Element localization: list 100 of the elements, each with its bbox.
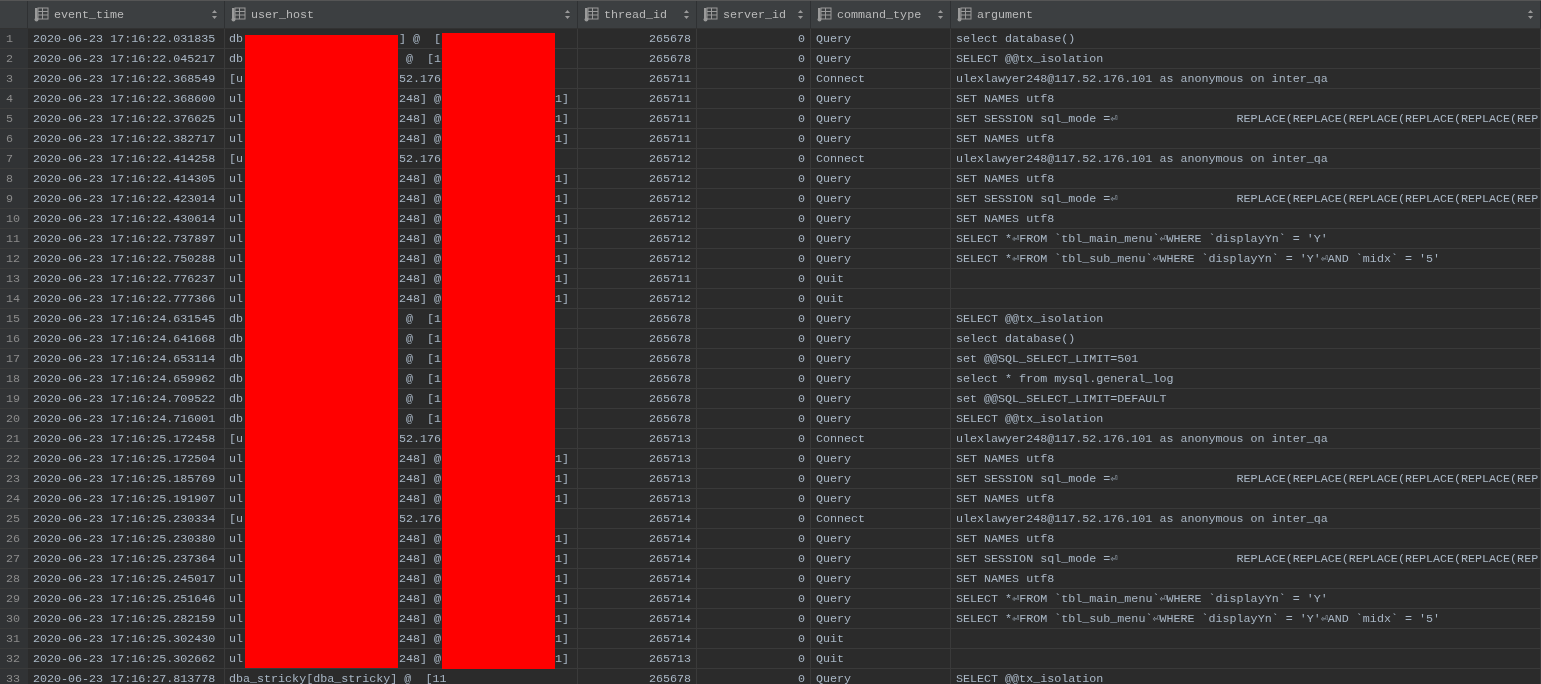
cell-text: 248] @	[398, 111, 441, 126]
table-cell: 2020-06-23 17:16:25.251646	[28, 589, 225, 609]
table-column-icon	[817, 7, 832, 22]
table-cell: Query	[811, 589, 951, 609]
table-cell: 0	[697, 129, 811, 149]
row-number: 30	[0, 609, 28, 629]
table-cell: 0	[697, 89, 811, 109]
table-cell: 0	[697, 49, 811, 69]
cell-text: [u	[229, 431, 244, 446]
table-cell: 2020-06-23 17:16:24.659962	[28, 369, 225, 389]
table-cell: 265712	[578, 289, 697, 309]
table-cell: 265712	[578, 249, 697, 269]
table-cell: ulexlawyer248@117.52.176.101 as anonymous on inter_qa	[951, 149, 1541, 169]
cell-text: 248] @	[398, 611, 441, 626]
table-cell: Query	[811, 169, 951, 189]
table-cell: 2020-06-23 17:16:24.653114	[28, 349, 225, 369]
table-cell: SET NAMES utf8	[951, 129, 1541, 149]
cell-text: 1]	[555, 171, 570, 186]
sort-icon[interactable]	[937, 9, 944, 20]
table-cell: 2020-06-23 17:16:22.430614	[28, 209, 225, 229]
table-cell: 0	[697, 349, 811, 369]
table-cell: 0	[697, 609, 811, 629]
cell-text: 1]	[555, 251, 570, 266]
cell-text: 1]	[555, 291, 570, 306]
table-cell: 2020-06-23 17:16:24.716001	[28, 409, 225, 429]
cell-text: 248] @	[398, 191, 441, 206]
table-cell: 2020-06-23 17:16:22.368549	[28, 69, 225, 89]
row-number: 17	[0, 349, 28, 369]
table-cell: 265713	[578, 469, 697, 489]
column-header[interactable]: user_host	[225, 1, 578, 28]
table-cell: Quit	[811, 289, 951, 309]
sort-icon[interactable]	[211, 9, 218, 20]
sort-icon[interactable]	[797, 9, 804, 20]
column-header[interactable]: command_type	[811, 1, 951, 28]
row-number: 1	[0, 29, 28, 49]
cell-text: 248] @	[398, 551, 441, 566]
sort-icon[interactable]	[564, 9, 571, 20]
table-cell: 265678	[578, 669, 697, 684]
table-cell: 265711	[578, 129, 697, 149]
cell-text: 1]	[555, 111, 570, 126]
table-cell: 265678	[578, 409, 697, 429]
column-header[interactable]: server_id	[697, 1, 811, 28]
table-cell: Query	[811, 309, 951, 329]
table-cell: SET NAMES utf8	[951, 209, 1541, 229]
cell-text: 52.176	[398, 151, 441, 166]
table-cell: select database()	[951, 329, 1541, 349]
cell-text: [u	[229, 511, 244, 526]
cell-text: ul	[229, 591, 244, 606]
cell-text: ul	[229, 651, 244, 666]
table-cell: SELECT @@tx_isolation	[951, 309, 1541, 329]
row-number: 2	[0, 49, 28, 69]
cell-text: 1]	[555, 651, 570, 666]
cell-text: @ [1	[405, 351, 441, 366]
table-cell: 265714	[578, 509, 697, 529]
cell-text: 1]	[555, 571, 570, 586]
table-cell: Query	[811, 529, 951, 549]
cell-text: ] @ [	[398, 31, 441, 46]
table-cell: 265713	[578, 449, 697, 469]
table-cell: 2020-06-23 17:16:25.230334	[28, 509, 225, 529]
sort-icon[interactable]	[683, 9, 690, 20]
table-cell: Query	[811, 249, 951, 269]
cell-text: 248] @	[398, 631, 441, 646]
table-cell: Quit	[811, 269, 951, 289]
table-cell: 2020-06-23 17:16:22.376625	[28, 109, 225, 129]
table-cell: 265714	[578, 589, 697, 609]
cell-text: @ [1	[405, 371, 441, 386]
table-cell: ulexlawyer248@117.52.176.101 as anonymous on inter_qa	[951, 509, 1541, 529]
table-cell: SET NAMES utf8	[951, 529, 1541, 549]
table-cell: Query	[811, 469, 951, 489]
row-number: 15	[0, 309, 28, 329]
column-header[interactable]: event_time	[28, 1, 225, 28]
table-cell: 2020-06-23 17:16:22.368600	[28, 89, 225, 109]
row-number: 5	[0, 109, 28, 129]
table-cell: 2020-06-23 17:16:25.282159	[28, 609, 225, 629]
cell-text: 52.176	[398, 71, 441, 86]
table-cell: 2020-06-23 17:16:25.172504	[28, 449, 225, 469]
cell-text: ul	[229, 531, 244, 546]
cell-text: 248] @	[398, 131, 441, 146]
table-cell: 0	[697, 209, 811, 229]
table-cell: SELECT *⏎FROM `tbl_sub_menu`⏎WHERE `displayYn` = 'Y'⏎AND `midx` = '5'	[951, 609, 1541, 629]
table-cell: 265713	[578, 489, 697, 509]
table-cell: 0	[697, 269, 811, 289]
row-number: 19	[0, 389, 28, 409]
cell-text: db	[229, 331, 244, 346]
table-cell: SET SESSION sql_mode =⏎ REPLACE(REPLACE(REPLACE(REPLACE(REPLACE(REP	[951, 549, 1541, 569]
table-cell: Query	[811, 489, 951, 509]
column-header[interactable]: thread_id	[578, 1, 697, 28]
table-cell: 265678	[578, 29, 697, 49]
cell-text: ul	[229, 111, 244, 126]
sort-icon[interactable]	[1527, 9, 1534, 20]
table-cell: 0	[697, 629, 811, 649]
row-number: 25	[0, 509, 28, 529]
column-header[interactable]: argument	[951, 1, 1541, 28]
cell-text: 248] @	[398, 531, 441, 546]
table-cell: 2020-06-23 17:16:24.709522	[28, 389, 225, 409]
table-cell: 2020-06-23 17:16:22.777366	[28, 289, 225, 309]
table-cell: 0	[697, 309, 811, 329]
cell-text: 1]	[555, 271, 570, 286]
table-cell: 265712	[578, 209, 697, 229]
table-cell: 2020-06-23 17:16:22.414258	[28, 149, 225, 169]
